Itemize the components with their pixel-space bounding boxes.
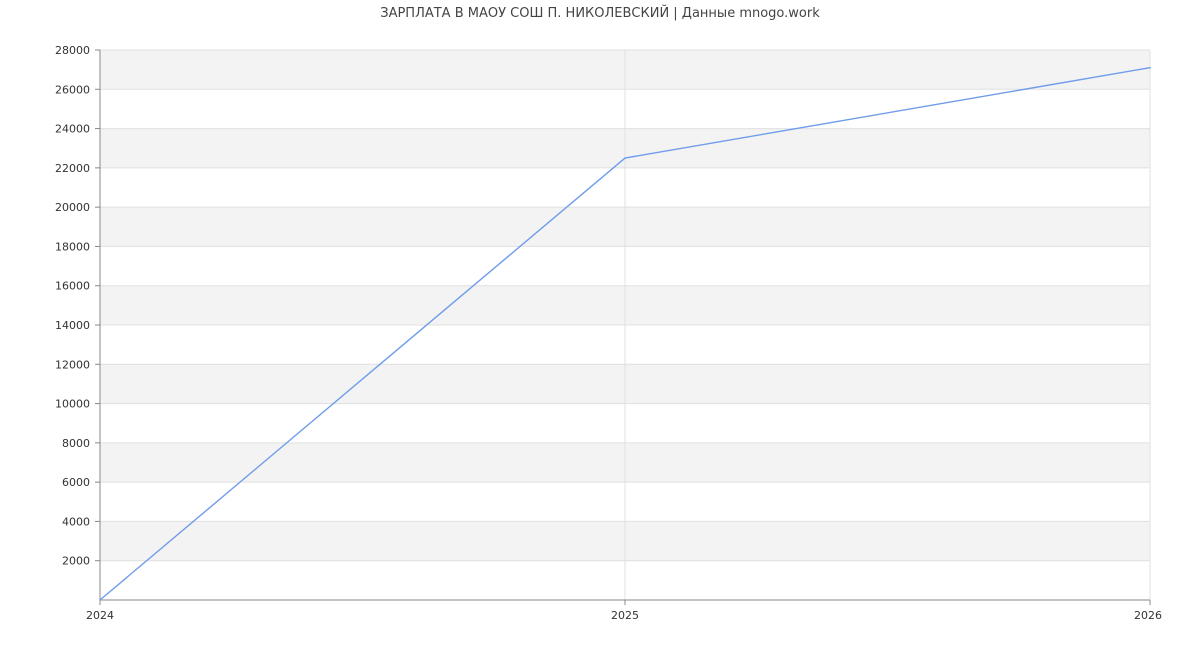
y-tick-label: 10000 [55,398,90,411]
line-chart: 2000 4000 6000 8000 10000 12000 14000 16000 1800… [55,44,1162,622]
x-tick-labels: 2024 2025 2026 [86,609,1162,622]
y-tick-label: 20000 [55,201,90,214]
x-tick-label: 2026 [1134,609,1162,622]
y-tick-label: 26000 [55,83,90,96]
y-tick-label: 18000 [55,240,90,253]
y-tick-label: 4000 [62,515,90,528]
y-tick-label: 22000 [55,162,90,175]
data-point [1149,66,1151,69]
data-point [624,157,626,159]
y-tick-label: 16000 [55,280,90,293]
y-tick-label: 2000 [62,555,90,568]
y-tick-label: 24000 [55,123,90,136]
data-point [99,599,101,601]
y-tick-label: 8000 [62,437,90,450]
x-tick-label: 2025 [611,609,639,622]
y-tick-label: 12000 [55,358,90,371]
x-tick-label: 2024 [86,609,114,622]
y-tick-labels: 2000 4000 6000 8000 10000 12000 14000 16000 1800… [55,44,90,568]
y-tick-label: 14000 [55,319,90,332]
y-tick-label: 6000 [62,476,90,489]
y-tick-label: 28000 [55,44,90,57]
